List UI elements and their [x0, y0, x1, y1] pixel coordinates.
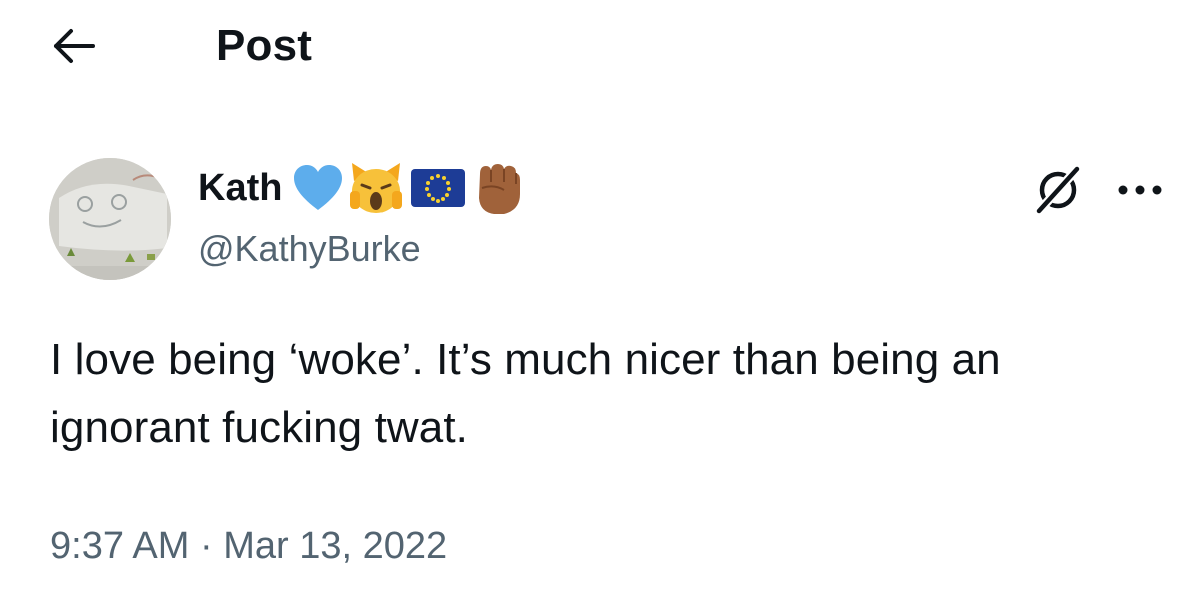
arrow-left-icon	[54, 29, 95, 63]
grok-button[interactable]	[1030, 162, 1086, 218]
user-handle[interactable]: @KathyBurke	[198, 224, 421, 274]
eu-flag-emoji	[411, 169, 466, 207]
weary-cat-emoji	[350, 163, 403, 213]
post-text-line: ignorant fucking twat.	[50, 403, 468, 452]
grok-icon	[1033, 164, 1083, 216]
page-title: Post	[216, 21, 313, 70]
more-dots-icon	[1118, 185, 1162, 195]
top-bar: Post	[0, 0, 1188, 96]
post-meta: 9:37 AM · Mar 13, 2022	[50, 518, 447, 574]
post-time[interactable]: 9:37 AM	[50, 525, 189, 567]
blue-heart-emoji	[294, 165, 343, 210]
raised-fist-emoji	[479, 164, 521, 214]
back-button[interactable]	[44, 18, 104, 74]
meta-separator: ·	[189, 525, 224, 567]
display-name[interactable]: Kath	[198, 158, 282, 218]
post-text: I love being ‘woke’. It’s much nicer tha…	[50, 326, 1170, 462]
display-name-row: Kath	[198, 158, 524, 218]
avatar[interactable]	[49, 158, 171, 280]
more-options-button[interactable]	[1112, 162, 1168, 218]
post-text-line: I love being ‘woke’. It’s much nicer tha…	[50, 335, 1001, 384]
post-date[interactable]: Mar 13, 2022	[223, 525, 447, 567]
